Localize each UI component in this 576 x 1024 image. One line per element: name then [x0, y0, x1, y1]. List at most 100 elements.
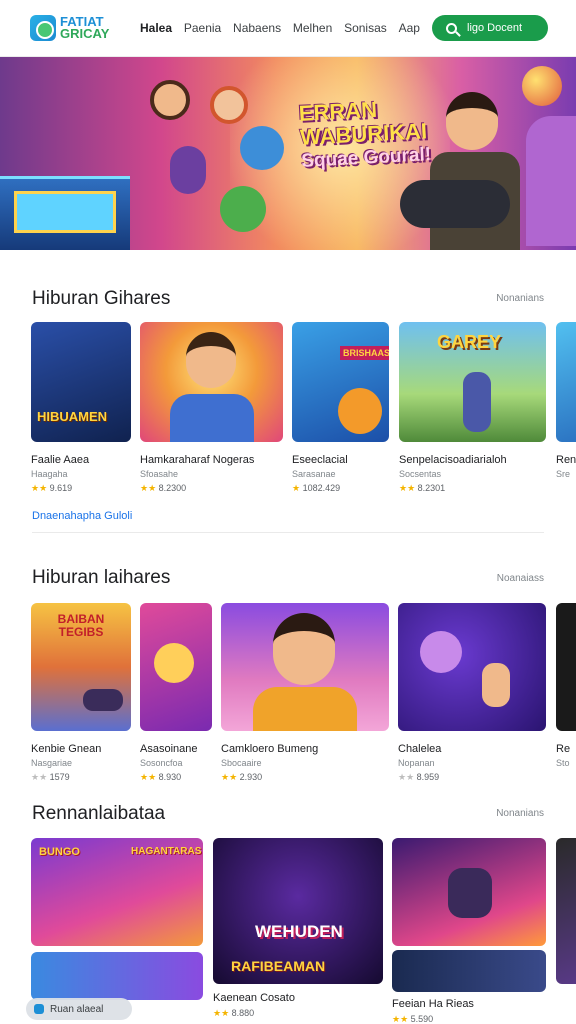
game-category: Haagaha	[31, 469, 68, 479]
game-rating: ★★ 9.619	[31, 483, 131, 494]
game-name: Ren	[556, 454, 576, 466]
thumbnail-title: BRISHAAS	[340, 346, 389, 360]
game-rating: ★★ 1579	[31, 772, 131, 783]
controller-icon	[400, 180, 510, 228]
bottom-floating-bar[interactable]: Ruan alaeal	[26, 998, 132, 1020]
game-thumbnail: BUNGO HAGANTARAS	[31, 838, 203, 946]
game-card[interactable]: WEHUDEN RAFIBEAMAN Kaenean Cosato ★★ 8.8…	[213, 838, 383, 1019]
game-thumbnail: BRISHAAS	[292, 322, 389, 442]
game-thumbnail: WEHUDEN RAFIBEAMAN	[213, 838, 383, 984]
star-icon: ★	[292, 483, 301, 493]
rating-value: 1082.429	[302, 483, 341, 493]
section-1-title: Hiburan Gihares	[32, 288, 171, 309]
game-name: Camkloero Bumeng	[221, 743, 319, 755]
rating-value: 8.930	[158, 772, 182, 782]
game-card[interactable]: Re Sto	[556, 603, 576, 768]
nav-item-4[interactable]: Melhen	[293, 21, 332, 35]
thumbnail-title: BUNGO	[39, 846, 80, 858]
nav-item-5[interactable]: Sonisas	[344, 21, 387, 35]
main-nav: Halea Paenia Nabaens Melhen Sonisas Aap	[140, 21, 432, 35]
game-thumbnail	[556, 603, 576, 731]
thumbnail-title: WEHUDEN	[255, 922, 343, 941]
game-thumbnail-strip	[392, 950, 546, 992]
arcade-machine-illustration	[0, 176, 130, 250]
rating-value: 8.2301	[417, 483, 446, 493]
game-category: Sosoncfoa	[140, 758, 183, 768]
game-thumbnail	[140, 322, 283, 442]
rating-value: 8.959	[416, 772, 440, 782]
section-2-see-more[interactable]: Noanaiass	[497, 573, 544, 584]
game-card[interactable]: BUNGO HAGANTARAS	[31, 838, 203, 1000]
rating-value: 5.590	[410, 1014, 434, 1024]
person-head	[446, 92, 498, 150]
app-logo[interactable]: FATIAT GRICAY	[30, 15, 140, 41]
game-card[interactable]: Ren Sre	[556, 322, 576, 479]
section-3-see-more[interactable]: Nonanians	[496, 808, 544, 819]
top-header: FATIAT GRICAY Halea Paenia Nabaens Melhe…	[0, 0, 576, 56]
game-thumbnail	[556, 838, 576, 984]
star-icon: ★★	[399, 483, 416, 493]
game-rating: ★★ 8.880	[213, 1008, 383, 1019]
rating-value: 1579	[49, 772, 70, 782]
game-card[interactable]: Asasoinane Sosoncfoa ★★ 8.930	[140, 603, 212, 783]
character-illustration	[463, 372, 491, 432]
hero-title: ERRAN WABURIKAI Squae Goural!	[298, 94, 452, 174]
nav-item-6[interactable]: Aap	[399, 21, 420, 35]
game-rating: ★★ 8.930	[140, 772, 212, 783]
game-card[interactable]: HIBUAMEN Faalie Aaea Haagaha ★★ 9.619	[31, 322, 131, 494]
search-button[interactable]: ligo Docent	[432, 15, 548, 41]
gamepad-illustration	[83, 689, 123, 711]
game-category: Sbocaaire	[221, 758, 262, 768]
game-rating: ★★ 8.2300	[140, 483, 283, 494]
section-1-see-more[interactable]: Nonanians	[496, 293, 544, 304]
cartoon-character	[240, 126, 284, 170]
hero-banner[interactable]: ERRAN WABURIKAI Squae Goural!	[0, 56, 576, 250]
game-card[interactable]: Feeian Ha Rieas ★★ 5.590	[392, 838, 546, 1024]
game-card[interactable]	[556, 838, 576, 984]
game-name: Chalelea	[398, 743, 442, 755]
character-face	[273, 613, 335, 685]
game-name: Kaenean Cosato	[213, 992, 295, 1004]
thumbnail-subtitle: RAFIBEAMAN	[231, 958, 326, 974]
star-icon: ★★	[140, 483, 157, 493]
star-icon: ★★	[213, 1008, 230, 1018]
game-thumbnail	[556, 322, 576, 442]
thumbnail-title: GAREY	[437, 332, 502, 352]
game-card[interactable]: BRISHAAS Eseeclacial Sarasanae ★ 1082.42…	[292, 322, 389, 494]
rating-value: 8.2300	[158, 483, 187, 493]
game-card[interactable]: BAIBAN TEGIBS Kenbie Gnean Nasgariae ★★ …	[31, 603, 131, 783]
search-label: ligo Docent	[467, 22, 523, 34]
game-rating: ★★ 8.2301	[399, 483, 546, 494]
game-category: Sto	[556, 758, 570, 768]
character-illustration	[154, 643, 194, 683]
game-category: Socsentas	[399, 469, 442, 479]
star-icon: ★★	[31, 483, 48, 493]
character-face	[186, 332, 236, 388]
game-name: Feeian Ha Rieas	[392, 998, 474, 1010]
section-1-link[interactable]: Dnaenahapha Guloli	[32, 510, 132, 522]
game-rating: ★★ 2.930	[221, 772, 389, 783]
character-body	[170, 394, 254, 442]
cartoon-character	[526, 116, 576, 246]
star-icon: ★★	[221, 772, 238, 782]
game-thumbnail: HIBUAMEN	[31, 322, 131, 442]
cartoon-character	[220, 186, 266, 232]
game-name: Asasoinane	[140, 743, 198, 755]
game-card[interactable]: Hamkaraharaf Nogeras Sfoasahe ★★ 8.2300	[140, 322, 283, 494]
gamepad-illustration	[170, 146, 206, 194]
nav-item-3[interactable]: Nabaens	[233, 21, 281, 35]
cartoon-character	[210, 86, 248, 124]
game-rating: ★★ 8.959	[398, 772, 546, 783]
game-name: Faalie Aaea	[31, 454, 90, 466]
game-card[interactable]: Camkloero Bumeng Sbocaaire ★★ 2.930	[221, 603, 389, 783]
game-category: Nopanan	[398, 758, 435, 768]
thumbnail-title: BAIBAN TEGIBS	[57, 612, 105, 639]
rating-value: 9.619	[49, 483, 73, 493]
game-category: Nasgariae	[31, 758, 73, 768]
nav-item-2[interactable]: Paenia	[184, 21, 221, 35]
game-thumbnail	[221, 603, 389, 731]
game-card[interactable]: GAREY Senpelacisoadiarialoh Socsentas ★★…	[399, 322, 546, 494]
nav-item-1[interactable]: Halea	[140, 21, 172, 35]
rating-value: 2.930	[239, 772, 263, 782]
game-card[interactable]: Chalelea Nopanan ★★ 8.959	[398, 603, 546, 783]
